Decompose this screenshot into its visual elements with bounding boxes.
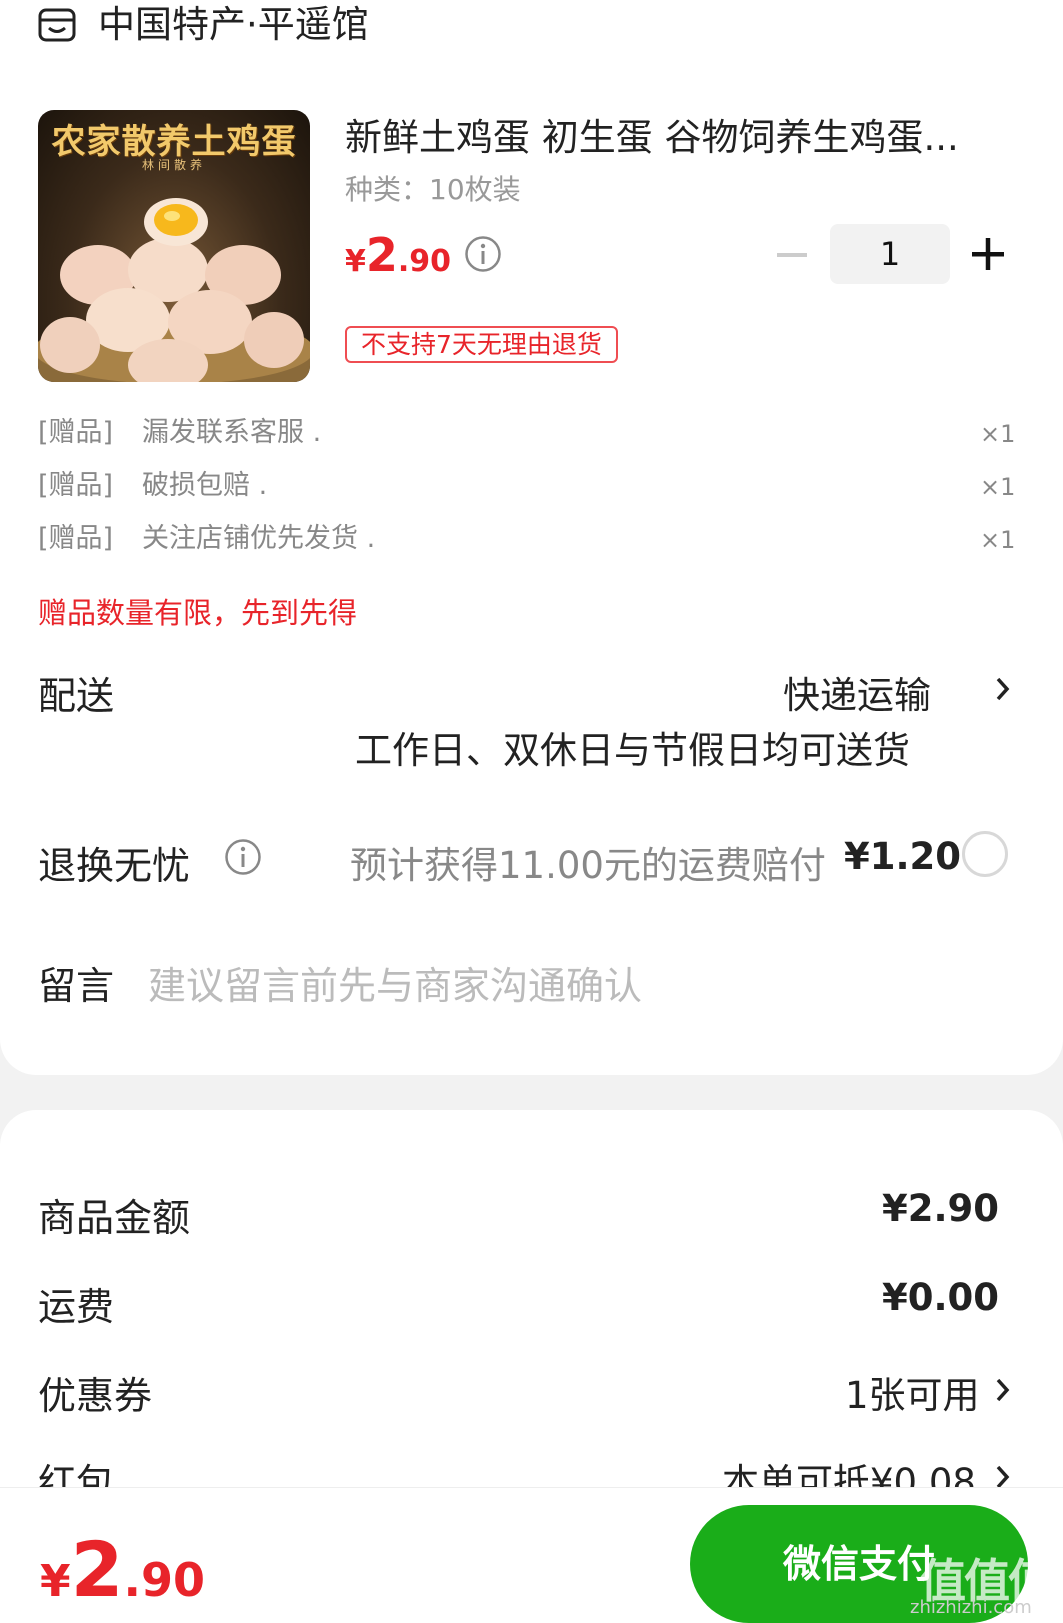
product-price: ¥2.90 [345, 228, 451, 282]
delivery-label: 配送 [38, 674, 115, 718]
price-currency: ¥ [345, 244, 366, 279]
return-worry-free-radio[interactable] [962, 831, 1008, 877]
total-decimal: .90 [123, 1553, 206, 1607]
delivery-chevron-icon[interactable] [994, 675, 1012, 703]
summary-coupon-label: 优惠券 [38, 1374, 153, 1418]
message-label: 留言 [38, 964, 115, 1008]
summary-coupon-value[interactable]: 1张可用 [845, 1365, 980, 1419]
gift-quantity: ×1 [980, 420, 1016, 448]
gift-limited-note: 赠品数量有限，先到先得 [38, 596, 358, 630]
price-decimal: .90 [397, 244, 452, 279]
product-title[interactable]: 新鲜土鸡蛋 初生蛋 谷物饲养生鸡蛋... [345, 112, 995, 164]
watermark-url: zhizhizhi.com [910, 1597, 1032, 1618]
gift-quantity: ×1 [980, 473, 1016, 501]
return-worry-free-price: ¥1.20 [844, 835, 962, 878]
gift-tag: [赠品] [38, 417, 114, 448]
gift-tag: [赠品] [38, 523, 114, 554]
summary-goods-label: 商品金额 [38, 1196, 191, 1240]
return-worry-free-label: 退换无忧 [38, 844, 191, 888]
total-currency: ¥ [40, 1556, 71, 1607]
gift-name: 关注店铺优先发货 . [142, 523, 376, 554]
total-integer: 2 [70, 1525, 124, 1614]
return-info-icon[interactable] [224, 838, 262, 880]
quantity-increase-button[interactable] [970, 236, 1006, 272]
return-policy-badge: 不支持7天无理由退货 [345, 326, 618, 363]
product-variant[interactable]: 种类：10枚装 [345, 168, 521, 208]
summary-shipping-value: ¥0.00 [882, 1276, 1000, 1319]
store-name[interactable]: 中国特产·平遥馆 [98, 0, 369, 50]
store-icon [38, 6, 78, 44]
summary-shipping-label: 运费 [38, 1285, 115, 1329]
delivery-detail: 工作日、双休日与节假日均可送货 [355, 729, 910, 772]
message-input[interactable]: 建议留言前先与商家沟通确认 [148, 955, 642, 1010]
eggs-illustration [38, 198, 310, 382]
price-integer: 2 [365, 228, 398, 282]
coupon-chevron-icon[interactable] [994, 1376, 1012, 1404]
total-price: ¥2.90 [40, 1525, 205, 1614]
delivery-method[interactable]: 快递运输 [783, 665, 931, 719]
return-worry-free-desc: 预计获得11.00元的运费赔付 [350, 844, 826, 887]
product-image[interactable]: 农家散养土鸡蛋 林间散养 [38, 110, 310, 382]
gift-quantity: ×1 [980, 526, 1016, 554]
gift-name: 漏发联系客服 . [142, 417, 322, 448]
summary-goods-value: ¥2.90 [882, 1187, 1000, 1230]
gift-tag: [赠品] [38, 470, 114, 501]
quantity-input[interactable]: 1 [830, 224, 950, 284]
quantity-decrease-button[interactable] [775, 238, 809, 272]
gift-name: 破损包赔 . [142, 470, 268, 501]
price-info-icon[interactable] [464, 235, 502, 277]
